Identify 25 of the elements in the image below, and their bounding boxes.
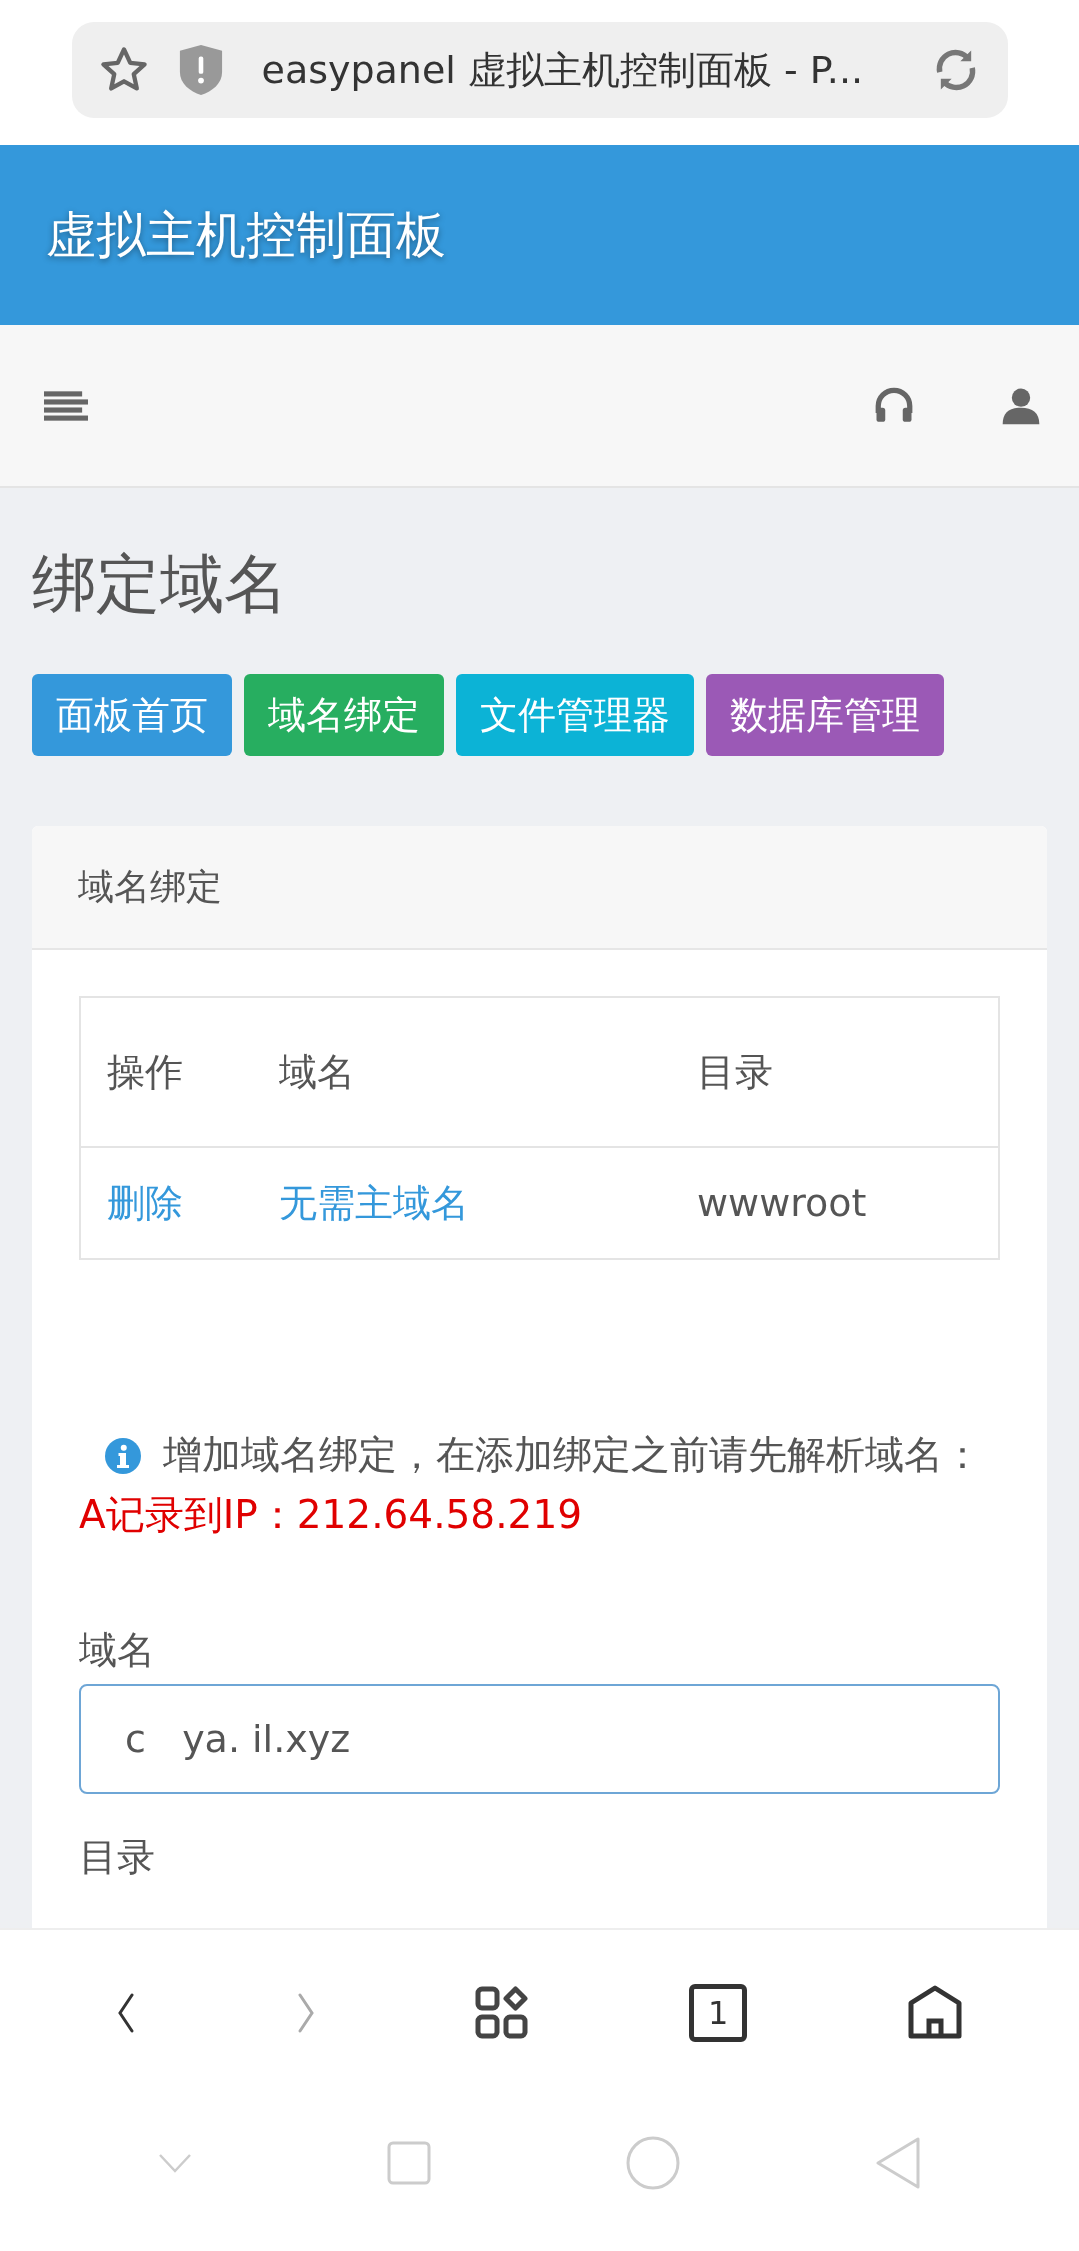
domain-field[interactable]: c ya. il.xyz bbox=[79, 1684, 1000, 1795]
field-label: 域名 bbox=[79, 1627, 156, 1675]
nav-button[interactable]: 文件管理器 bbox=[456, 674, 694, 757]
info-icon bbox=[105, 1438, 141, 1475]
table-link[interactable]: 无需主域名 bbox=[279, 1180, 469, 1225]
nav-button[interactable]: 面板首页 bbox=[32, 674, 232, 757]
shield-icon[interactable] bbox=[177, 43, 224, 97]
field-label: 目录 bbox=[79, 1834, 156, 1882]
table-link[interactable]: 删除 bbox=[107, 1180, 183, 1225]
nav-button[interactable]: 数据库管理 bbox=[706, 674, 944, 757]
column-header: 操作 bbox=[80, 997, 278, 1148]
notice-text: 增加域名绑定，在添加绑定之前请先解析域名： A记录到IP：212.64.58.219 bbox=[79, 1431, 983, 1540]
nav-button[interactable]: 域名绑定 bbox=[244, 674, 444, 757]
address-bar[interactable]: easypanel 虚拟主机控制面板 - P... bbox=[71, 22, 1008, 118]
home-icon[interactable] bbox=[907, 1984, 964, 2041]
column-header: 目录 bbox=[696, 997, 999, 1148]
column-header: 域名 bbox=[278, 997, 696, 1148]
menu-icon[interactable] bbox=[44, 390, 88, 421]
apps-icon[interactable] bbox=[475, 1985, 530, 2040]
page-heading: 绑定域名 bbox=[32, 546, 289, 623]
card-title: 域名绑定 bbox=[78, 864, 222, 909]
table-cell: wwwroot bbox=[697, 1181, 867, 1226]
site-title: 虚拟主机控制面板 bbox=[46, 204, 446, 266]
page-title: easypanel 虚拟主机控制面板 - P... bbox=[260, 46, 865, 94]
tabs-button[interactable]: 1 bbox=[689, 1983, 748, 2042]
